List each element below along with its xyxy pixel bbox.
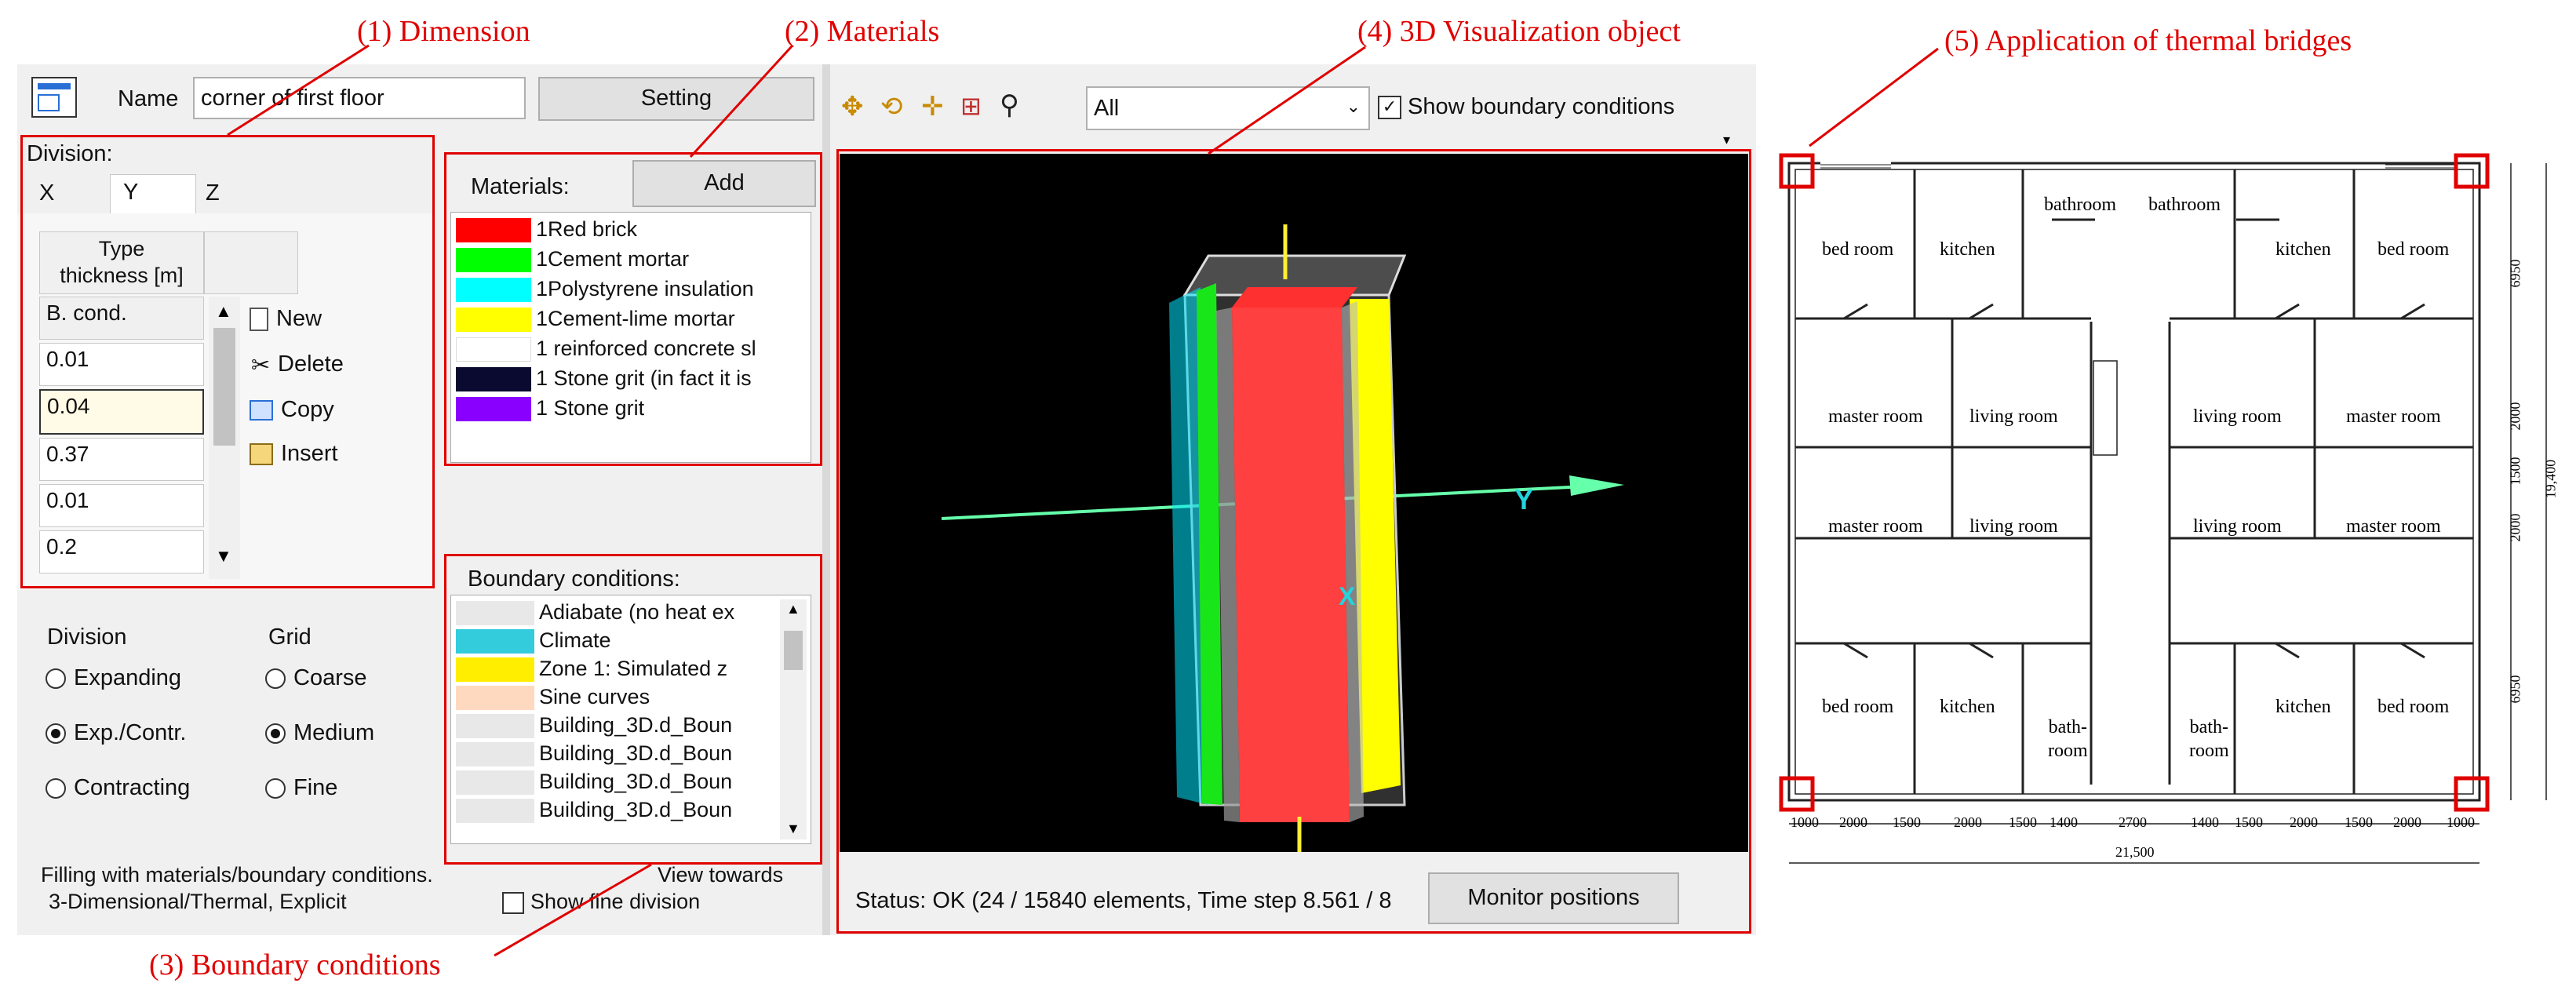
room-label: master room: [2346, 516, 2441, 537]
dimension-label: 1000: [1791, 814, 1819, 830]
room-label: living room: [1969, 406, 2058, 427]
room-label: kitchen: [2275, 697, 2331, 717]
dimension-label: 1500: [2345, 814, 2373, 830]
dimension-label: 1000: [2447, 814, 2475, 830]
room-label: bathroom: [2044, 195, 2116, 215]
dimension-label: 2700: [2119, 814, 2147, 830]
dimension-label: 6950: [2507, 675, 2523, 704]
room-label: kitchen: [1940, 239, 1995, 260]
dimension-label: 2000: [1954, 814, 1982, 830]
dimension-label: 2000: [2507, 402, 2523, 431]
room-label: living room: [1969, 516, 2058, 537]
dimension-label: 1400: [2050, 814, 2078, 830]
room-label: master room: [1828, 406, 1923, 427]
dimension-label: 1400: [2191, 814, 2219, 830]
room-label: bed room: [1822, 239, 1894, 260]
room-label: bed room: [1822, 697, 1894, 717]
dimension-label: 1500: [1893, 814, 1921, 830]
room-label: bath- room: [2048, 717, 2088, 761]
room-label: kitchen: [2275, 239, 2331, 260]
thermal-bridge-top-right: [2454, 153, 2490, 189]
dimension-label: 2000: [2507, 513, 2523, 542]
dimension-label: 2000: [2290, 814, 2318, 830]
dimension-label: 1500: [2009, 814, 2037, 830]
room-label: bath- room: [2189, 717, 2229, 761]
room-label: bed room: [2377, 697, 2450, 717]
room-label: living room: [2193, 406, 2282, 427]
dimension-label: 1500: [2507, 457, 2523, 486]
total-height-label: 19,400: [2542, 459, 2559, 499]
room-label: living room: [2193, 516, 2282, 537]
dimension-label: 6950: [2507, 259, 2523, 288]
room-label: master room: [2346, 406, 2441, 427]
room-label: master room: [1828, 516, 1923, 537]
dimension-label: 1500: [2235, 814, 2263, 830]
dimension-label: 2000: [2393, 814, 2421, 830]
thermal-bridge-top-left: [1779, 153, 1815, 189]
dimension-label: 2000: [1839, 814, 1867, 830]
room-label: kitchen: [1940, 697, 1995, 717]
room-label: bathroom: [2148, 195, 2221, 215]
total-width-label: 21,500: [2115, 844, 2155, 860]
room-label: bed room: [2377, 239, 2450, 260]
